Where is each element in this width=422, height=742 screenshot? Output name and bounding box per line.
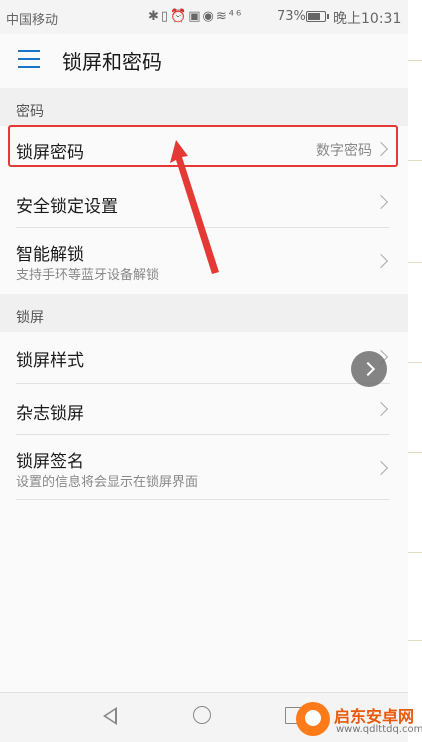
divider <box>408 60 422 61</box>
list-item-label: 智能解锁 <box>16 245 84 265</box>
list-item-subtitle: 支持手环等蓝牙设备解锁 <box>16 268 160 283</box>
status-icons: ✱▯⏰▣◉≋⁴⁶ <box>148 9 244 24</box>
section-header-label: 密码 <box>16 104 44 120</box>
section-header-lockscreen: 锁屏 <box>0 294 408 332</box>
list-item-label: 杂志锁屏 <box>16 404 84 424</box>
list-item-label: 安全锁定设置 <box>16 197 118 217</box>
chevron-right-icon <box>373 194 389 210</box>
annotation-highlight-box <box>8 125 398 167</box>
section-header-label: 锁屏 <box>16 310 44 326</box>
chevron-right-icon <box>373 460 389 476</box>
floating-next-button[interactable] <box>351 351 387 387</box>
security-lock-settings-item[interactable]: 安全锁定设置 <box>0 178 408 228</box>
chevron-right-icon <box>373 253 389 269</box>
background-page-strip <box>408 0 422 742</box>
home-icon[interactable] <box>193 706 211 724</box>
back-icon[interactable] <box>103 707 117 725</box>
watermark-logo-icon <box>296 702 330 736</box>
watermark: 启东安卓网 www.qdlttdq.com <box>296 700 422 740</box>
divider <box>408 262 422 263</box>
watermark-url: www.qdlttdq.com <box>336 724 422 735</box>
chevron-right-icon <box>373 401 389 417</box>
divider <box>408 640 422 641</box>
lock-screen-style-item[interactable]: 锁屏样式 <box>0 332 408 384</box>
carrier-label: 中国移动 <box>6 13 59 28</box>
divider <box>408 452 422 453</box>
divider <box>16 434 390 435</box>
divider <box>16 227 390 228</box>
divider <box>408 160 422 161</box>
list-item-label: 锁屏样式 <box>16 351 84 371</box>
divider <box>408 362 422 363</box>
magazine-lock-screen-item[interactable]: 杂志锁屏 <box>0 385 408 435</box>
divider <box>16 499 390 500</box>
phone-screen: 中国移动 ✱▯⏰▣◉≋⁴⁶ 73% 晚上10:31 锁屏和密码 密码 锁屏密码 … <box>0 0 408 742</box>
divider <box>408 552 422 553</box>
list-item-label: 锁屏签名 <box>16 452 84 472</box>
clock-time: 晚上10:31 <box>333 11 402 27</box>
battery-icon <box>306 11 329 22</box>
lock-screen-signature-item[interactable]: 锁屏签名 设置的信息将会显示在锁屏界面 <box>0 436 408 500</box>
list-item-subtitle: 设置的信息将会显示在锁屏界面 <box>16 475 199 490</box>
page-title: 锁屏和密码 <box>62 50 162 74</box>
menu-icon[interactable] <box>18 50 40 68</box>
battery-percent: 73% <box>277 9 306 24</box>
smart-unlock-item[interactable]: 智能解锁 支持手环等蓝牙设备解锁 <box>0 229 408 293</box>
app-toolbar: 锁屏和密码 <box>0 34 408 86</box>
divider <box>16 383 390 384</box>
status-bar: 中国移动 ✱▯⏰▣◉≋⁴⁶ 73% 晚上10:31 <box>0 0 408 34</box>
section-header-password: 密码 <box>0 88 408 126</box>
